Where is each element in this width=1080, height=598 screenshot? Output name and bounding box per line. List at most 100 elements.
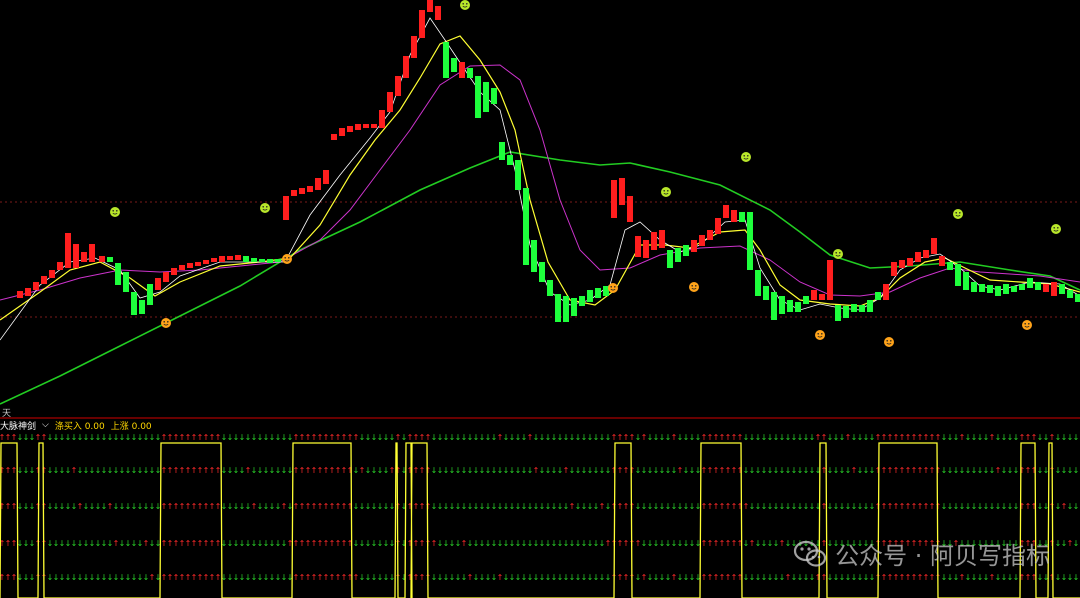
candle [691,240,697,252]
smiley-icon [833,249,843,259]
candle [875,292,881,300]
smiley-icon [161,318,171,328]
smiley-eye [614,286,616,288]
candle [851,304,857,312]
arrow-mark: ↓ [1073,539,1080,548]
candle [651,232,657,250]
candle [467,68,473,78]
candle [731,210,737,222]
candle [227,256,233,260]
smiley-eye [466,3,468,5]
candle [81,252,87,262]
candle [339,128,345,136]
watermark-text: 公众号 · 阿贝写指标 [835,542,1050,570]
candle [73,244,79,268]
candle [267,259,273,263]
stock-chart: ↑ ↑ ↑ ↓ ↓ ↓ ↑ ↑ ↓ ↓ ↓ ↓ ↓ ↓ ↓ ↓ ↓ ↓ ↓ ↓ ↓ ↓ ↓ ↓ ↓ ↓ ↓ ↑ ↑ ↑ ↑ ↑ ↑ ↑ ↑ ↑ ↑ ↓ ↓ ↓… [0,0,1080,598]
candle [987,285,993,293]
smiley-eye [959,212,961,214]
candle [547,280,553,296]
candle [65,233,71,268]
candle [219,256,225,262]
smiley-eye [266,206,268,208]
smiley-icon [741,152,751,162]
candle [803,296,809,304]
indicator-name[interactable]: 大脉神剑 [0,419,36,432]
candle [771,292,777,320]
candle [403,56,409,78]
candle [675,248,681,262]
candle [555,294,561,322]
candle [115,263,121,285]
candle [179,265,185,270]
smiley-eye [1028,323,1030,325]
candle [411,36,417,58]
smiley-eye [116,210,118,212]
candle [387,92,393,112]
candle [859,305,865,312]
smiley-icon [884,337,894,347]
smiley-eye [743,155,745,157]
candle [1011,286,1017,292]
candle [507,155,513,165]
candle [883,284,889,300]
candle [531,240,537,272]
candle [619,178,625,205]
smiley-face [110,207,120,217]
candle [419,10,425,38]
watermark: 公众号 · 阿贝写指标 [793,536,1050,571]
signal-row: ↑ ↑ ↑ ↓ ↓ ↓ ↑ ↑ ↓ ↓ ↓ ↓ ↑ ↓ ↓ ↓ ↓ ↓ ↓ ↓ ↓ ↓ ↓ ↓ ↓ ↓ ↓ ↑ ↑ ↑ ↑ ↑ ↑ ↑ ↑ ↑ ↑ ↓ ↓ ↓… [0,466,1079,475]
candle [1027,278,1033,288]
candle [291,190,297,196]
smiley-icon [689,282,699,292]
candle [355,124,361,130]
candle [915,252,921,262]
candle [243,256,249,262]
chevron-down-icon[interactable]: ⌵ [42,420,49,430]
candle [307,186,313,192]
smiley-face [1051,224,1061,234]
candle [131,292,137,315]
smiley-icon [815,330,825,340]
candle [683,245,689,256]
candle [971,282,977,292]
candle [995,286,1001,296]
smiley-eye [112,210,114,212]
candle [347,126,353,132]
smiley-eye [1057,227,1059,229]
candle [955,264,961,286]
candle [595,288,601,298]
smiley-eye [667,190,669,192]
candle [171,268,177,275]
smiley-icon [661,187,671,197]
smiley-face [460,0,470,10]
candle [515,160,521,190]
arrow-mark: ↓ [1073,573,1080,582]
smiley-eye [890,340,892,342]
candle [195,262,201,266]
arrow-mark: ↓ [1073,502,1080,511]
candle [579,296,585,306]
candle [939,256,945,266]
smiley-eye [955,212,957,214]
signal-row: ↑ ↑ ↑ ↓ ↓ ↓ ↑ ↑ ↓ ↓ ↓ ↓ ↓ ↑ ↓ ↓ ↓ ↓ ↑ ↓ ↓ ↓ ↓ ↓ ↓ ↓ ↓ ↑ ↑ ↑ ↑ ↑ ↑ ↑ ↑ ↑ ↑ ↓ ↓ ↓… [0,502,1079,511]
candle [947,262,953,270]
smiley-face [608,283,618,293]
candle [443,42,449,78]
candle [33,282,39,290]
candle [363,124,369,128]
smiley-eye [835,252,837,254]
candle [715,218,721,234]
indicator-header: 大脉神剑 ⌵ 涤买入 0.00 上涨 0.00 [0,419,152,432]
smiley-eye [262,206,265,208]
smiley-eye [839,252,841,254]
arrow-mark: ↓ [1073,433,1080,442]
candle [275,259,281,262]
candle [795,302,801,312]
candle [427,0,433,12]
candle [539,262,545,282]
candle [1003,284,1009,294]
candle [899,260,905,268]
candle [459,62,465,78]
candle [89,244,95,262]
